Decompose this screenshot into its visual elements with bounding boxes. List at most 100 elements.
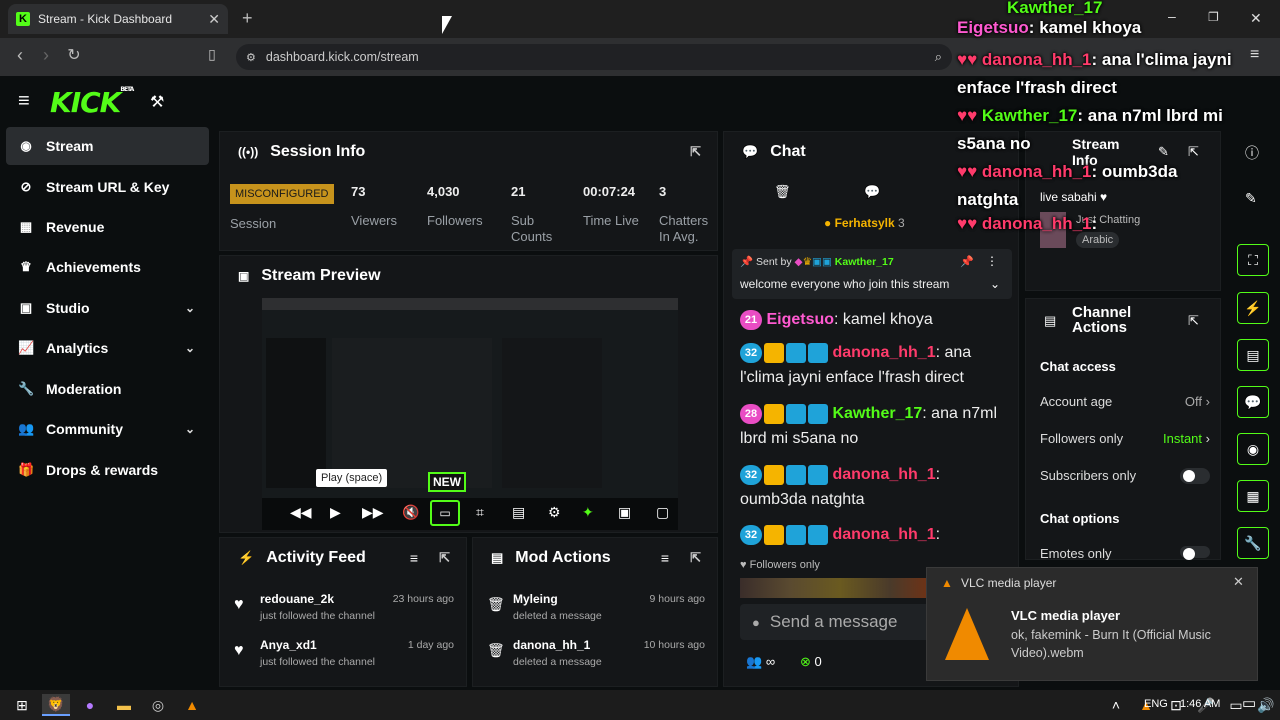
brave-icon[interactable]: 🦁 bbox=[42, 694, 70, 716]
menu-icon[interactable]: ≡ bbox=[1250, 46, 1259, 64]
site-settings-icon[interactable]: ⚙ bbox=[246, 51, 256, 64]
settings-icon[interactable]: ⚙ bbox=[548, 504, 561, 521]
expand-icon[interactable]: ⇱ bbox=[690, 550, 701, 566]
vlc-taskbar-icon[interactable]: ▲ bbox=[178, 694, 206, 716]
expand-icon[interactable]: ⇱ bbox=[690, 144, 701, 160]
stat-value: 21 bbox=[511, 184, 526, 199]
expand-icon[interactable]: ⇱ bbox=[439, 550, 450, 566]
activity-user[interactable]: redouane_2k bbox=[260, 592, 334, 606]
chat-input[interactable]: ● Send a message bbox=[740, 604, 940, 640]
zoom-icon[interactable]: ⌕ bbox=[935, 49, 942, 65]
language-indicator[interactable]: ENG bbox=[1144, 698, 1168, 710]
clock[interactable]: 1:46 AM bbox=[1180, 698, 1220, 710]
sidebar-item-stream-url[interactable]: ⊘ Stream URL & Key bbox=[6, 168, 209, 206]
subscribers-only-toggle[interactable] bbox=[1180, 468, 1210, 484]
more-icon[interactable]: ⋮ bbox=[986, 254, 998, 268]
folder-icon[interactable]: ▬ bbox=[110, 694, 138, 716]
steam-icon[interactable]: ◎ bbox=[144, 694, 172, 716]
unpin-icon[interactable]: 📌 bbox=[960, 255, 974, 268]
chat-user[interactable]: danona_hh_1 bbox=[832, 344, 935, 361]
overlay-user: danona_hh_1 bbox=[981, 50, 1092, 69]
effects-icon[interactable]: ✦ bbox=[582, 504, 594, 521]
forward-icon[interactable]: › bbox=[34, 45, 58, 66]
kick-points-icon: ⊗ bbox=[800, 654, 811, 669]
panel-title: Session Info bbox=[270, 143, 366, 160]
stat-value: 3 bbox=[659, 184, 667, 199]
reload-icon[interactable]: ↻ bbox=[62, 45, 86, 65]
pip-icon[interactable]: ▣ bbox=[618, 504, 631, 521]
play-icon[interactable]: ▶ bbox=[330, 504, 341, 521]
stat-label: Time Live bbox=[583, 213, 639, 228]
toolbar-wrench-icon[interactable]: 🔧 bbox=[1237, 527, 1269, 559]
new-tab-button[interactable]: + bbox=[242, 8, 253, 29]
window-restore-icon[interactable]: ❐ bbox=[1208, 10, 1219, 24]
fast-forward-icon[interactable]: ▶▶ bbox=[362, 504, 384, 521]
close-tab-icon[interactable]: ✕ bbox=[208, 11, 220, 28]
misconfigured-badge: MISCONFIGURED bbox=[230, 184, 334, 204]
vlc-notification[interactable]: ▲ VLC media player ✕ VLC media player ok… bbox=[926, 567, 1258, 681]
toolbar-list-icon[interactable]: ▦ bbox=[1237, 480, 1269, 512]
url-field[interactable]: ⚙ dashboard.kick.com/stream ⌕ bbox=[236, 44, 952, 70]
pinned-message[interactable]: 📌 Sent by ◆♛▣▣ Kawther_17 welcome everyo… bbox=[732, 249, 1012, 299]
activity-user[interactable]: Anya_xd1 bbox=[260, 638, 317, 652]
overlay-line: ♥♥ danona_hh_1: oumb3da natghta bbox=[957, 162, 1178, 209]
windows-start-icon[interactable]: ⊞ bbox=[8, 694, 36, 716]
sidebar-item-revenue[interactable]: ▦ Revenue bbox=[6, 208, 209, 246]
chat-user[interactable]: Eigetsuo bbox=[766, 311, 834, 328]
filter-icon[interactable]: ≡ bbox=[410, 550, 418, 566]
window-close-icon[interactable]: ✕ bbox=[1250, 10, 1262, 27]
hamburger-icon[interactable]: ≡ bbox=[18, 90, 30, 113]
window-minimize-icon[interactable]: – bbox=[1168, 8, 1176, 24]
emote-picker-icon[interactable]: ● bbox=[752, 615, 760, 630]
sidebar-item-analytics[interactable]: 📈 Analytics ⌄ bbox=[6, 329, 209, 367]
record-icon[interactable]: ▭ bbox=[430, 500, 460, 526]
sub-badge: 32 bbox=[740, 342, 762, 363]
chevron-down-icon[interactable]: ⌄ bbox=[990, 277, 1000, 291]
app-icon[interactable]: ● bbox=[76, 694, 104, 716]
bookmark-icon[interactable]: ▯ bbox=[200, 46, 224, 63]
toolbar-bolt-icon[interactable]: ⚡ bbox=[1237, 292, 1269, 324]
close-icon[interactable]: ✕ bbox=[1233, 574, 1244, 590]
vlc-header: VLC media player bbox=[961, 576, 1057, 590]
notification-icon[interactable]: ▭ bbox=[1242, 694, 1256, 712]
points-display[interactable]: ⊗ 0 bbox=[800, 654, 822, 670]
expand-icon[interactable]: ⇱ bbox=[1188, 313, 1199, 329]
chat-user[interactable]: danona_hh_1 bbox=[832, 466, 935, 483]
sidebar-item-moderation[interactable]: 🔧 Moderation bbox=[6, 370, 209, 408]
sidebar-item-stream[interactable]: ◉ Stream bbox=[6, 127, 209, 165]
chat-user[interactable]: danona_hh_1 bbox=[832, 526, 935, 543]
sidebar-item-community[interactable]: 👥 Community ⌄ bbox=[6, 410, 209, 448]
filter-icon[interactable]: ≡ bbox=[661, 550, 669, 566]
sidebar-item-achievements[interactable]: ♛ Achievements bbox=[6, 248, 209, 286]
sidebar-item-studio[interactable]: ▣ Studio ⌄ bbox=[6, 289, 209, 327]
hammer-icon[interactable]: ⚒ bbox=[150, 92, 164, 112]
fullscreen-icon[interactable]: ▢ bbox=[656, 504, 669, 521]
setting-label: Emotes only bbox=[1040, 546, 1112, 560]
toolbar-document-icon[interactable]: ▤ bbox=[1237, 339, 1269, 371]
chat-user[interactable]: Kawther_17 bbox=[832, 405, 922, 422]
layout-icon[interactable]: ▤ bbox=[512, 504, 525, 521]
mute-icon[interactable]: 🔇 bbox=[402, 504, 419, 521]
sidebar-item-drops[interactable]: 🎁 Drops & rewards bbox=[6, 451, 209, 489]
chat-bubble-icon[interactable]: 💬 bbox=[864, 184, 880, 200]
mod-user[interactable]: Myleing bbox=[513, 592, 558, 606]
mod-user[interactable]: danona_hh_1 bbox=[513, 638, 590, 652]
emotes-only-toggle[interactable] bbox=[1180, 546, 1210, 560]
volume-icon[interactable]: 🔊 bbox=[1252, 694, 1280, 716]
video-player[interactable]: ◀◀ ▶ ▶▶ 🔇 ▭ ⌗ ▤ ⚙ ✦ ▣ ▢ bbox=[262, 298, 678, 530]
back-icon[interactable]: ‹ bbox=[8, 45, 32, 66]
account-age-row[interactable]: Account age Off › bbox=[1040, 394, 1210, 409]
heart-icon: ♥ bbox=[234, 642, 244, 659]
followers-only-row[interactable]: Followers only Instant › bbox=[1040, 431, 1210, 446]
rewind-icon[interactable]: ◀◀ bbox=[290, 504, 312, 521]
toolbar-chat-icon[interactable]: 💬 bbox=[1237, 386, 1269, 418]
browser-tab[interactable]: K Stream - Kick Dashboard ✕ bbox=[8, 4, 228, 34]
toolbar-broadcast-icon[interactable]: ◉ bbox=[1237, 433, 1269, 465]
info-icon[interactable]: ⓘ bbox=[1245, 143, 1259, 163]
toolbar-fullscreen-icon[interactable]: ⛶ bbox=[1237, 244, 1269, 276]
crop-icon[interactable]: ⌗ bbox=[476, 504, 484, 521]
pencil-icon[interactable]: ✎ bbox=[1245, 190, 1257, 207]
kick-logo[interactable]: KICKBETA bbox=[50, 86, 134, 119]
chevron-up-icon[interactable]: ˄ bbox=[1102, 694, 1130, 716]
trash-icon[interactable]: 🗑 bbox=[774, 184, 791, 200]
